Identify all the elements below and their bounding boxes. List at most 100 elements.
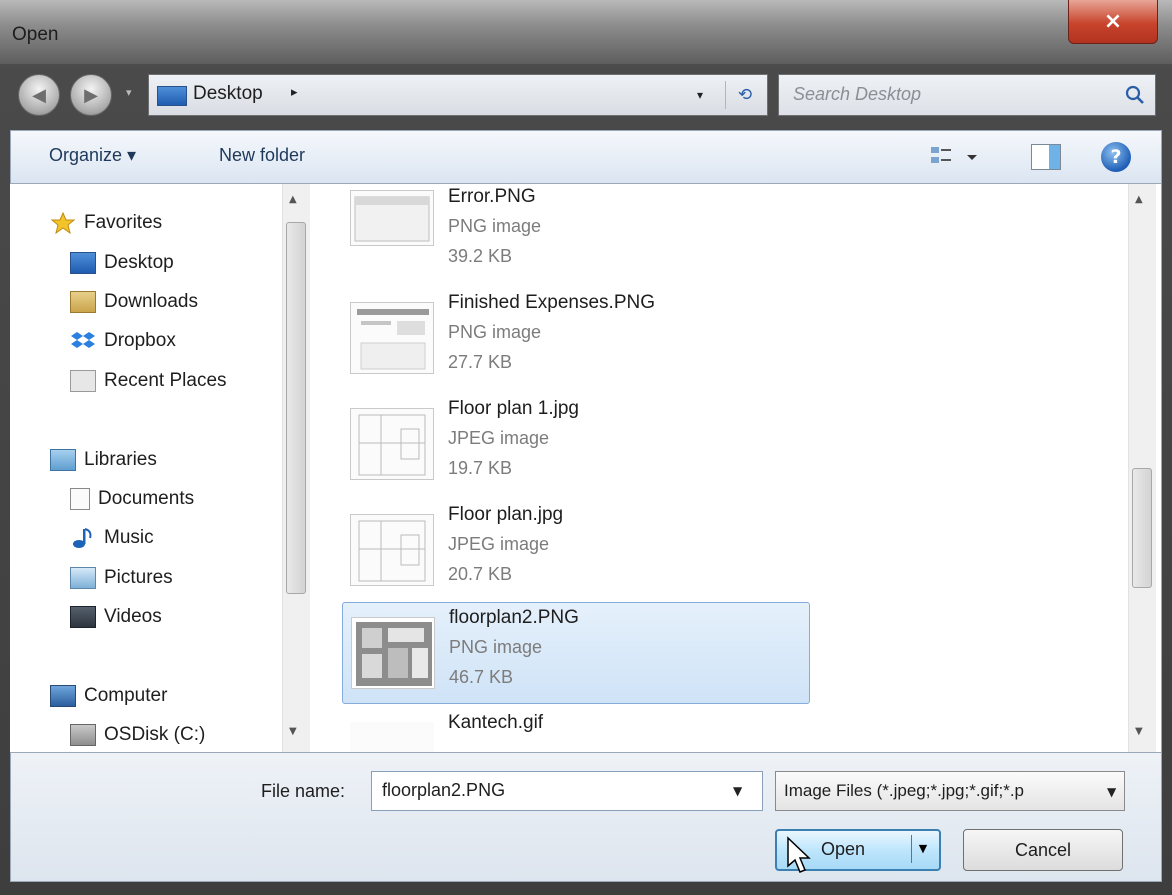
nav-item-downloads[interactable]: Downloads xyxy=(70,285,198,319)
file-thumbnail xyxy=(350,302,434,374)
nav-item-recent-places[interactable]: Recent Places xyxy=(70,364,227,398)
file-size: 27.7 KB xyxy=(448,352,513,372)
file-list-scrollbar[interactable]: ▲ ▼ xyxy=(1128,184,1156,752)
scroll-down-icon[interactable]: ▼ xyxy=(1135,726,1143,737)
nav-item-label: Music xyxy=(104,527,154,548)
open-button-label: Open xyxy=(821,839,866,859)
file-size: 39.2 KB xyxy=(448,246,513,266)
search-input[interactable]: Search Desktop xyxy=(778,74,1156,116)
image-thumbnail-icon xyxy=(357,309,429,370)
open-options-dropdown-icon[interactable]: ▼ xyxy=(911,835,934,863)
organize-menu[interactable]: Organize ▾ xyxy=(49,145,136,166)
nav-item-favorites[interactable]: Favorites xyxy=(50,206,162,240)
file-thumbnail xyxy=(350,408,434,480)
nav-item-music[interactable]: Music xyxy=(70,521,154,555)
title-bar: Open × xyxy=(0,0,1172,64)
navigation-pane: Favorites Desktop Downloads Dropbox Rece… xyxy=(10,184,282,752)
preview-pane-button[interactable] xyxy=(1031,144,1061,170)
file-thumbnail xyxy=(350,190,434,246)
file-name: Floor plan.jpg xyxy=(448,504,564,525)
nav-item-computer[interactable]: Computer xyxy=(50,679,167,713)
file-item-finished-expenses[interactable]: Finished Expenses.PNG PNG image 27.7 KB xyxy=(342,288,808,390)
new-folder-button[interactable]: New folder xyxy=(219,145,305,166)
forward-button[interactable]: ▶ xyxy=(70,74,112,116)
nav-item-label: Computer xyxy=(84,685,168,706)
nav-item-pictures[interactable]: Pictures xyxy=(70,561,173,595)
file-item-floor-plan[interactable]: Floor plan.jpg JPEG image 20.7 KB xyxy=(342,500,808,602)
recent-places-icon xyxy=(70,370,96,392)
scroll-up-icon[interactable]: ▲ xyxy=(289,194,297,205)
address-location[interactable]: Desktop xyxy=(193,83,263,105)
scrollbar-thumb[interactable] xyxy=(286,222,306,594)
file-type: PNG image xyxy=(449,637,543,657)
file-size: 19.7 KB xyxy=(448,458,513,478)
file-name-input[interactable]: floorplan2.PNG xyxy=(371,771,763,811)
star-icon xyxy=(50,212,76,234)
downloads-icon xyxy=(70,291,96,313)
refresh-button[interactable]: ⟲ xyxy=(725,81,764,109)
file-thumbnail xyxy=(350,514,434,586)
file-size: 20.7 KB xyxy=(448,564,513,584)
file-item-floorplan2[interactable]: floorplan2.PNG PNG image 46.7 KB xyxy=(342,602,810,704)
close-button[interactable]: × xyxy=(1068,0,1158,44)
change-view-button[interactable] xyxy=(929,143,981,171)
nav-item-label: Libraries xyxy=(84,449,157,470)
back-button[interactable]: ◀ xyxy=(18,74,60,116)
file-name: Error.PNG xyxy=(448,186,536,207)
nav-item-label: Downloads xyxy=(104,291,198,312)
search-icon[interactable] xyxy=(1125,85,1145,105)
nav-item-desktop[interactable]: Desktop xyxy=(70,246,174,280)
file-item-kantech[interactable]: Kantech.gif xyxy=(342,708,808,752)
nav-item-label: Dropbox xyxy=(104,330,176,351)
image-thumbnail-icon xyxy=(358,520,426,582)
help-icon: ? xyxy=(1110,146,1122,168)
navigation-scrollbar[interactable]: ▲ ▼ xyxy=(282,184,310,752)
scrollbar-thumb[interactable] xyxy=(1132,468,1152,588)
file-type-filter[interactable]: Image Files (*.jpeg;*.jpg;*.gif;*.p xyxy=(775,771,1125,811)
nav-item-videos[interactable]: Videos xyxy=(70,600,162,634)
nav-item-documents[interactable]: Documents xyxy=(70,482,194,516)
image-thumbnail-icon xyxy=(358,414,426,476)
file-type-dropdown-icon[interactable]: ▼ xyxy=(1107,785,1116,799)
help-button[interactable]: ? xyxy=(1101,142,1131,172)
file-type: JPEG image xyxy=(448,428,550,448)
nav-item-label: Favorites xyxy=(84,212,163,233)
scroll-down-icon[interactable]: ▼ xyxy=(289,726,297,737)
file-name: floorplan2.PNG xyxy=(449,607,579,628)
libraries-icon xyxy=(50,449,76,471)
nav-item-label: Documents xyxy=(98,488,195,509)
videos-icon xyxy=(70,606,96,628)
desktop-icon xyxy=(70,252,96,274)
address-bar[interactable]: Desktop ▸ ▾ ⟲ xyxy=(148,74,768,116)
views-icon xyxy=(931,147,977,163)
mouse-cursor-icon xyxy=(787,836,811,873)
address-dropdown-icon[interactable]: ▾ xyxy=(697,88,703,102)
nav-item-label: Desktop xyxy=(104,252,174,273)
search-placeholder: Search Desktop xyxy=(793,84,922,104)
nav-item-label: Videos xyxy=(104,606,162,627)
nav-item-label: Pictures xyxy=(104,567,173,588)
file-thumbnail xyxy=(350,722,434,752)
file-size: 46.7 KB xyxy=(449,667,514,687)
file-type: JPEG image xyxy=(448,534,550,554)
file-item-floor-plan-1[interactable]: Floor plan 1.jpg JPEG image 19.7 KB xyxy=(342,394,808,496)
file-thumbnail xyxy=(351,617,435,689)
cancel-button[interactable]: Cancel xyxy=(963,829,1123,871)
recent-locations-dropdown[interactable]: ▾ xyxy=(126,86,138,104)
dialog-footer: File name: floorplan2.PNG ▼ Image Files … xyxy=(10,752,1162,882)
file-name-label: File name: xyxy=(261,781,346,801)
nav-item-dropbox[interactable]: Dropbox xyxy=(70,324,176,358)
documents-icon xyxy=(70,488,90,510)
breadcrumb-arrow-icon[interactable]: ▸ xyxy=(291,85,298,100)
nav-item-libraries[interactable]: Libraries xyxy=(50,443,157,477)
scroll-up-icon[interactable]: ▲ xyxy=(1135,194,1143,205)
nav-item-osdisk[interactable]: OSDisk (C:) xyxy=(70,718,205,752)
computer-icon xyxy=(50,685,76,707)
file-item-error[interactable]: Error.PNG PNG image 39.2 KB xyxy=(342,184,808,286)
file-name: Finished Expenses.PNG xyxy=(448,292,655,313)
disk-icon xyxy=(70,724,96,746)
file-name-dropdown-icon[interactable]: ▼ xyxy=(733,784,742,798)
nav-item-label: OSDisk (C:) xyxy=(104,724,206,745)
image-thumbnail-icon xyxy=(354,196,430,242)
file-type: PNG image xyxy=(448,216,542,236)
